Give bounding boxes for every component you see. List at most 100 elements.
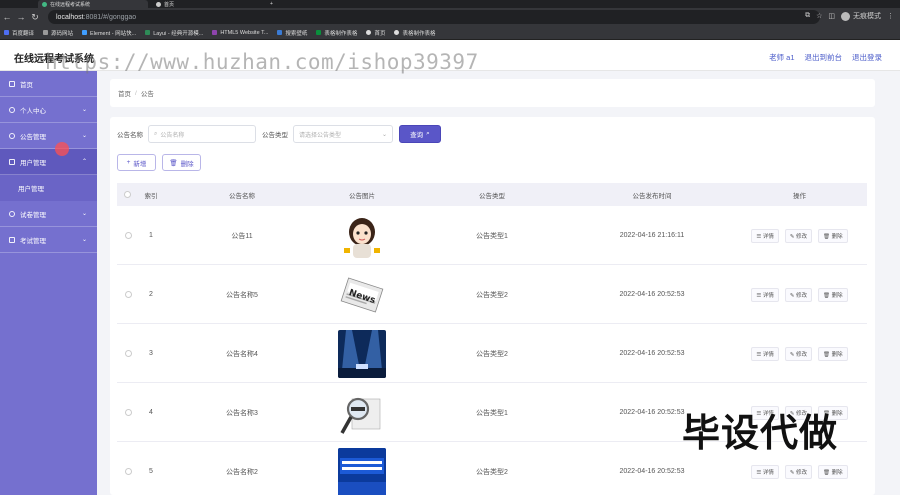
row-checkbox[interactable] xyxy=(117,324,139,383)
cell-name: 公告名称5 xyxy=(226,291,258,299)
bookmark[interactable]: 首页 xyxy=(366,29,385,37)
magnifier-news-image xyxy=(338,388,386,437)
incognito-profile[interactable]: 无痕模式 xyxy=(841,11,881,21)
url-path: :8081/#/gonggao xyxy=(83,13,137,21)
bookmark[interactable]: 表格制作表格 xyxy=(394,29,435,37)
search-button-label: 查询 xyxy=(410,132,424,139)
edit-label: 修改 xyxy=(796,233,808,240)
name-search-input[interactable]: ⌕ 公告名称 xyxy=(148,125,256,143)
delete-row-button[interactable]: 🗑 删除 xyxy=(818,346,848,361)
extensions-icon[interactable]: ◫ xyxy=(828,12,835,20)
tab-title: 首页 xyxy=(164,1,175,8)
col-index[interactable]: 索引 xyxy=(139,190,163,200)
cell-index: 1 xyxy=(149,232,153,239)
cell-index: 3 xyxy=(149,350,153,357)
delete-button[interactable]: 🗑 删除 xyxy=(162,154,201,171)
row-checkbox[interactable] xyxy=(117,442,139,495)
col-type[interactable]: 公告类型 xyxy=(417,190,567,200)
table-row: 1 公告11 公告类型1 2022-04-16 21:16:11 ☰ 详情 ✎ … xyxy=(117,206,867,265)
edit-button[interactable]: ✎ 修改 xyxy=(784,464,813,479)
detail-button[interactable]: ☰ 详情 xyxy=(751,464,779,479)
info-icon xyxy=(9,132,15,139)
delete-row-button[interactable]: 🗑 删除 xyxy=(818,287,848,302)
col-actions: 操作 xyxy=(793,192,806,200)
detail-icon: ☰ xyxy=(756,233,762,240)
sidebar-item-label: 考试管理 xyxy=(20,237,46,245)
sidebar-item-papers[interactable]: 试卷管理 ⌄ xyxy=(0,201,97,227)
chevron-down-icon: ⌄ xyxy=(81,237,87,243)
detail-button[interactable]: ☰ 详情 xyxy=(751,287,779,302)
search-icon: ⌕ xyxy=(426,130,430,137)
bookmark[interactable]: 源码网站 xyxy=(43,29,73,37)
bookmark-icon xyxy=(212,30,218,35)
go-frontend-link[interactable]: 退出到前台 xyxy=(805,52,843,63)
sidebar-subitem-users[interactable]: 用户管理 xyxy=(0,175,97,201)
cell-type: 公告类型2 xyxy=(476,350,508,358)
edit-label: 修改 xyxy=(796,292,808,299)
forward-arrow-icon[interactable]: → xyxy=(14,12,28,22)
select-all-checkbox[interactable] xyxy=(124,191,131,200)
cell-name: 公告11 xyxy=(231,232,253,240)
cell-name: 公告名称2 xyxy=(226,468,258,476)
sidebar-item-profile[interactable]: 个人中心 ⌄ xyxy=(0,97,97,123)
new-tab-button[interactable]: + xyxy=(266,0,278,8)
sidebar-item-label: 试卷管理 xyxy=(20,211,46,219)
back-arrow-icon[interactable]: ← xyxy=(0,12,14,22)
sidebar-item-label: 公告管理 xyxy=(20,133,46,141)
col-name[interactable]: 公告名称 xyxy=(167,190,317,200)
col-image[interactable]: 公告图片 xyxy=(322,190,402,200)
add-button[interactable]: + 新增 xyxy=(117,154,156,171)
bookmark-icon xyxy=(4,30,9,35)
bookmark[interactable]: Layui - 经典开源模... xyxy=(145,29,203,37)
browser-tab-active[interactable]: 在线远程考试系统 xyxy=(38,0,148,8)
sidebar-item-home[interactable]: 首页 xyxy=(0,71,97,97)
edit-button[interactable]: ✎ 修改 xyxy=(784,228,813,243)
translate-icon[interactable]: ⧉ xyxy=(805,12,810,20)
type-select[interactable]: 请选择公告类型 ⌄ xyxy=(293,125,393,143)
address-bar[interactable]: localhost:8081/#/gonggao xyxy=(48,10,820,24)
detail-label: 详情 xyxy=(762,351,774,358)
logout-link[interactable]: 退出登录 xyxy=(852,52,882,63)
sidebar-item-users[interactable]: 用户管理 ⌃ xyxy=(0,149,97,175)
edit-button[interactable]: ✎ 修改 xyxy=(784,346,813,361)
bookmark[interactable]: 百度翻译 xyxy=(4,29,34,37)
browser-tab[interactable]: 首页 xyxy=(152,0,262,8)
bookmark[interactable]: 搜索壁纸 xyxy=(277,29,307,37)
reload-icon[interactable]: ↻ xyxy=(28,12,42,23)
overlay-stamp-text: 毕设代做 xyxy=(682,411,839,455)
row-checkbox[interactable] xyxy=(117,383,139,442)
search-button[interactable]: 查询 ⌕ xyxy=(399,125,441,143)
delete-row-button[interactable]: 🗑 删除 xyxy=(818,464,848,479)
detail-button[interactable]: ☰ 详情 xyxy=(751,228,779,243)
click-indicator xyxy=(55,142,69,156)
sidebar-item-announcements[interactable]: 公告管理 ⌄ xyxy=(0,123,97,149)
cell-type: 公告类型1 xyxy=(476,409,508,417)
cell-image xyxy=(322,442,402,495)
vue-favicon-icon xyxy=(42,1,47,7)
cell-image xyxy=(322,383,402,442)
bookmark[interactable]: 表格制作表格 xyxy=(316,29,357,37)
sidebar-item-label: 个人中心 xyxy=(20,107,46,115)
edit-icon: ✎ xyxy=(789,351,795,358)
breadcrumb-home[interactable]: 首页 xyxy=(118,88,131,98)
edit-icon: ✎ xyxy=(789,292,795,299)
sidebar-item-exams[interactable]: 考试管理 ⌄ xyxy=(0,227,97,253)
bookmark-label: 百度翻译 xyxy=(12,30,35,37)
cell-index: 4 xyxy=(149,409,153,416)
detail-button[interactable]: ☰ 详情 xyxy=(751,346,779,361)
edit-button[interactable]: ✎ 修改 xyxy=(784,287,813,302)
action-buttons: + 新增 🗑 删除 xyxy=(117,154,201,171)
cell-index: 2 xyxy=(149,291,153,298)
browser-toolbar: ← → ↻ localhost:8081/#/gonggao ⧉ ☆ ◫ 无痕模… xyxy=(0,8,900,26)
bookmark[interactable]: Element - 网站快... xyxy=(82,29,136,37)
row-checkbox[interactable] xyxy=(117,265,139,324)
table-row: 3 公告名称4 公告类型2 2022-04-16 20:52:53 ☰ 详情 ✎… xyxy=(117,324,867,383)
star-icon[interactable]: ☆ xyxy=(816,12,822,20)
plus-icon: + xyxy=(126,159,131,166)
col-time[interactable]: 公告发布时间 xyxy=(577,190,727,200)
row-checkbox[interactable] xyxy=(117,206,139,265)
current-user-link[interactable]: 老师 a1 xyxy=(769,52,794,63)
menu-dots-icon[interactable]: ⋮ xyxy=(887,12,894,20)
delete-row-button[interactable]: 🗑 删除 xyxy=(818,228,848,243)
bookmark[interactable]: HTML5 Website T... xyxy=(212,30,268,36)
